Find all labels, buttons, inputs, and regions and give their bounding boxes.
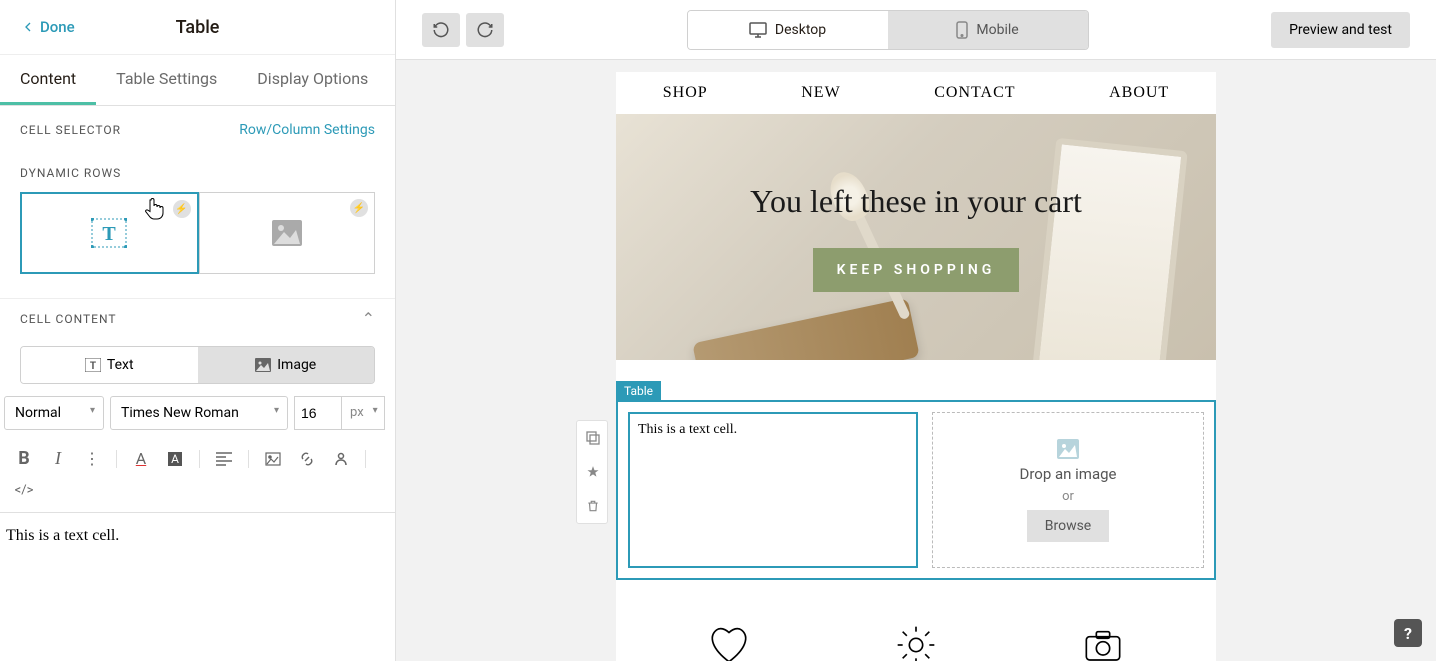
separator: [199, 450, 200, 468]
sidebar-header: Done Table: [0, 0, 395, 55]
viewport-toggle: Desktop Mobile: [687, 10, 1089, 50]
email-nav: SHOP NEW CONTACT ABOUT: [616, 72, 1216, 114]
cell-content-label: CELL CONTENT: [20, 312, 117, 326]
cell-selector-label: CELL SELECTOR: [20, 123, 121, 137]
preview-test-button[interactable]: Preview and test: [1271, 12, 1410, 48]
trash-icon: [586, 499, 600, 513]
svg-text:T: T: [90, 361, 96, 372]
table-block[interactable]: Table This is a text cell. Drop an image…: [616, 400, 1216, 580]
heart-icon: [704, 620, 754, 661]
content-type-text[interactable]: T Text: [21, 347, 198, 383]
separator: [365, 450, 366, 468]
align-button[interactable]: [214, 452, 234, 466]
font-select[interactable]: Times New Roman: [110, 396, 288, 430]
tab-display-options[interactable]: Display Options: [237, 55, 388, 105]
merge-tag-button[interactable]: [331, 451, 351, 467]
text-block-icon: T: [91, 218, 127, 248]
text-format-toolbar: Normal Times New Roman px: [0, 396, 395, 440]
link-button[interactable]: [297, 451, 317, 467]
text-icon: T: [85, 358, 101, 372]
lightbulb-icon: [891, 620, 941, 661]
insert-image-button[interactable]: [263, 452, 283, 466]
image-icon: [255, 358, 271, 372]
camera-icon: [1078, 620, 1128, 661]
svg-text:T: T: [103, 223, 117, 245]
dynamic-rows-section: DYNAMIC ROWS T ⚡ ⚡: [0, 166, 395, 298]
row-column-settings-link[interactable]: Row/Column Settings: [239, 122, 375, 138]
hero-cta-button[interactable]: KEEP SHOPPING: [813, 248, 1020, 292]
mobile-view-button[interactable]: Mobile: [888, 11, 1088, 49]
table-image-cell[interactable]: Drop an image or Browse: [932, 412, 1204, 568]
email-preview: SHOP NEW CONTACT ABOUT You left these in…: [616, 72, 1216, 661]
text-color-button[interactable]: A: [131, 449, 151, 468]
desktop-view-button[interactable]: Desktop: [688, 11, 888, 49]
content-type-image[interactable]: Image: [198, 347, 375, 383]
bolt-icon: ⚡: [350, 199, 368, 217]
mobile-icon: [956, 21, 968, 39]
table-block-label: Table: [616, 381, 661, 401]
rich-text-toolbar: B I ⋮ A A </>: [0, 440, 395, 513]
done-button[interactable]: Done: [20, 18, 75, 36]
more-format-button[interactable]: ⋮: [82, 449, 102, 468]
topbar: Desktop Mobile Preview and test: [396, 0, 1436, 60]
done-label: Done: [40, 18, 75, 36]
delete-block-button[interactable]: [577, 489, 609, 523]
hero-block[interactable]: You left these in your cart KEEP SHOPPIN…: [616, 114, 1216, 360]
redo-icon: [476, 21, 494, 39]
desktop-label: Desktop: [775, 22, 826, 38]
highlight-button[interactable]: A: [165, 452, 185, 466]
hero-title: You left these in your cart: [750, 183, 1082, 220]
duplicate-icon: [586, 431, 600, 445]
duplicate-block-button[interactable]: [577, 421, 609, 455]
panel-title: Table: [176, 17, 220, 38]
content-type-toggle: T Text Image: [20, 346, 375, 384]
style-select[interactable]: Normal: [4, 396, 104, 430]
image-placeholder-icon: [1057, 439, 1079, 459]
separator: [248, 450, 249, 468]
nav-about[interactable]: ABOUT: [1109, 84, 1169, 102]
block-tool-rail: [576, 420, 608, 524]
image-block-icon: [272, 220, 302, 246]
content-type-text-label: Text: [107, 357, 134, 373]
desktop-icon: [749, 22, 767, 38]
undo-icon: [432, 21, 450, 39]
browse-button[interactable]: Browse: [1027, 510, 1109, 542]
code-button[interactable]: </>: [14, 483, 34, 498]
separator: [116, 450, 117, 468]
cell-content-header[interactable]: CELL CONTENT ⌃: [0, 298, 395, 338]
mobile-label: Mobile: [976, 22, 1018, 38]
footer-icon-row: [616, 580, 1216, 661]
undo-button[interactable]: [422, 13, 460, 47]
canvas-area: SHOP NEW CONTACT ABOUT You left these in…: [396, 60, 1436, 661]
tab-content[interactable]: Content: [0, 55, 96, 105]
nav-shop[interactable]: SHOP: [663, 84, 708, 102]
tab-table-settings[interactable]: Table Settings: [96, 55, 237, 105]
font-size-input[interactable]: [294, 396, 342, 430]
text-editor[interactable]: This is a text cell.: [0, 513, 395, 559]
dynamic-row-image-cell[interactable]: ⚡: [199, 192, 376, 274]
editor-sidebar: Done Table Content Table Settings Displa…: [0, 0, 396, 661]
help-button[interactable]: ?: [1394, 619, 1422, 647]
italic-button[interactable]: I: [48, 448, 68, 469]
sidebar-tabs: Content Table Settings Display Options: [0, 55, 395, 106]
cell-selector-section: CELL SELECTOR Row/Column Settings: [0, 106, 395, 166]
bolt-icon: ⚡: [173, 200, 191, 218]
chevron-up-icon: ⌃: [362, 309, 375, 328]
table-text-cell[interactable]: This is a text cell.: [628, 412, 918, 568]
nav-contact[interactable]: CONTACT: [934, 84, 1015, 102]
nav-new[interactable]: NEW: [801, 84, 840, 102]
arrow-left-icon: [20, 19, 36, 35]
hero-background: [616, 114, 1216, 360]
favorite-block-button[interactable]: [577, 455, 609, 489]
star-icon: [586, 465, 600, 479]
dynamic-row-text-cell[interactable]: T ⚡: [20, 192, 199, 274]
font-unit-select[interactable]: px: [342, 396, 385, 430]
dynamic-rows-label: DYNAMIC ROWS: [20, 166, 121, 180]
drop-image-label: Drop an image: [1020, 465, 1117, 483]
or-label: or: [1062, 489, 1074, 504]
content-type-image-label: Image: [277, 357, 316, 373]
bold-button[interactable]: B: [14, 448, 34, 469]
redo-button[interactable]: [466, 13, 504, 47]
